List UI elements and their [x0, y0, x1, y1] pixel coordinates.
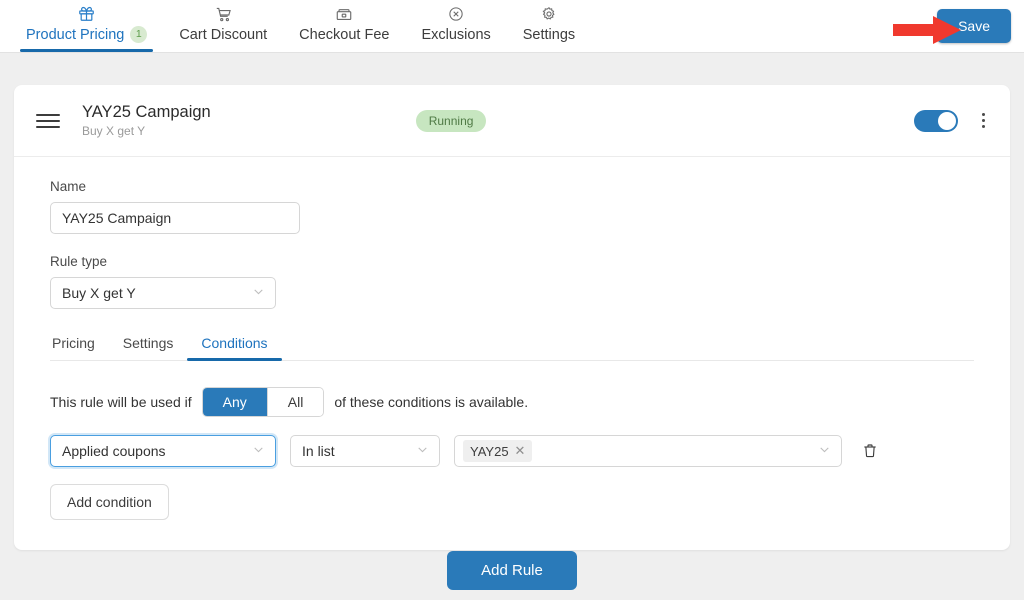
rule-enabled-toggle[interactable]: [914, 109, 958, 132]
tab-label-product-pricing: Product Pricing: [26, 26, 125, 43]
subtab-active-underline: [187, 358, 282, 361]
subtab-underline: [109, 358, 188, 361]
add-condition-button[interactable]: Add condition: [50, 484, 169, 520]
rule-card-body: Name Rule type Buy X get Y Pricing Setti…: [14, 157, 1010, 550]
tab-product-pricing[interactable]: Product Pricing 1: [10, 0, 163, 52]
name-label: Name: [50, 179, 87, 194]
chevron-down-icon: [252, 285, 265, 301]
condition-field-value: Applied coupons: [62, 443, 166, 459]
condition-value-chip-label: YAY25: [470, 443, 509, 459]
subtab-label-pricing: Pricing: [52, 335, 95, 351]
save-button-container: Save: [937, 9, 1011, 43]
gear-icon: [541, 3, 557, 25]
rule-title-block: YAY25 Campaign Buy X get Y: [82, 103, 211, 138]
tab-label-exclusions: Exclusions: [421, 27, 491, 43]
rule-title: YAY25 Campaign: [82, 103, 211, 121]
add-rule-container: Add Rule: [0, 551, 1024, 590]
condition-value-chip[interactable]: YAY25 ✕: [463, 440, 533, 462]
rule-header-actions: [914, 109, 992, 132]
condition-value-multiselect[interactable]: YAY25 ✕: [454, 435, 842, 467]
drag-handle-icon[interactable]: [36, 113, 60, 128]
tab-underline: [517, 49, 581, 52]
subtab-settings[interactable]: Settings: [109, 329, 188, 360]
tab-badge-count: 1: [130, 26, 148, 43]
tab-underline: [173, 49, 273, 52]
gift-icon: [78, 3, 95, 24]
tab-cart-discount[interactable]: Cart Discount: [163, 0, 283, 52]
save-button[interactable]: Save: [937, 9, 1011, 43]
condition-sentence-prefix: This rule will be used if: [50, 394, 192, 410]
toggle-knob: [938, 111, 956, 130]
subtab-label-settings: Settings: [122, 335, 174, 351]
rule-card: YAY25 Campaign Buy X get Y Running Name …: [14, 85, 1010, 550]
condition-field-select[interactable]: Applied coupons: [50, 435, 276, 467]
subtab-label-conditions: Conditions: [201, 335, 268, 351]
status-badge: Running: [415, 109, 487, 132]
rule-subtitle: Buy X get Y: [82, 124, 146, 138]
shopping-cart-icon: [215, 3, 232, 25]
tab-underline: [415, 49, 496, 52]
add-rule-button[interactable]: Add Rule: [447, 551, 577, 590]
more-options-icon[interactable]: [974, 110, 992, 132]
rule-type-value: Buy X get Y: [62, 285, 136, 301]
match-all-button[interactable]: All: [266, 388, 324, 416]
circle-x-icon: [448, 3, 464, 25]
match-any-button[interactable]: Any: [202, 388, 267, 416]
condition-match-sentence: This rule will be used if Any All of the…: [50, 387, 974, 417]
rule-type-select[interactable]: Buy X get Y: [50, 277, 276, 309]
top-navigation-bar: Product Pricing 1 Cart Discount Checkout…: [0, 0, 1024, 53]
tab-settings[interactable]: Settings: [507, 0, 591, 52]
tab-label-checkout-fee: Checkout Fee: [299, 27, 390, 43]
tab-label-cart-discount: Cart Discount: [179, 27, 268, 43]
tab-underline: [293, 49, 395, 52]
condition-operator-select[interactable]: In list: [290, 435, 440, 467]
tab-label-settings: Settings: [522, 27, 576, 43]
delete-condition-icon[interactable]: [862, 442, 878, 460]
tab-checkout-fee[interactable]: Checkout Fee: [283, 0, 405, 52]
chevron-down-icon: [252, 443, 265, 459]
condition-sentence-suffix: of these conditions is available.: [334, 394, 529, 410]
chevron-down-icon: [416, 443, 429, 459]
rule-type-label: Rule type: [50, 254, 108, 269]
subtab-pricing[interactable]: Pricing: [50, 329, 109, 360]
subtab-underline: [52, 358, 109, 361]
package-box-icon: [335, 3, 353, 25]
tab-exclusions[interactable]: Exclusions: [405, 0, 506, 52]
name-field-group: Name: [50, 179, 974, 234]
name-input[interactable]: [50, 202, 300, 234]
match-type-toggle-group: Any All: [201, 387, 325, 417]
top-tabs: Product Pricing 1 Cart Discount Checkout…: [10, 0, 591, 52]
condition-row: Applied coupons In list YAY25 ✕: [50, 435, 974, 467]
rule-subtabs: Pricing Settings Conditions: [50, 329, 974, 361]
condition-operator-value: In list: [302, 443, 335, 459]
rule-card-header: YAY25 Campaign Buy X get Y Running: [14, 85, 1010, 157]
subtab-conditions[interactable]: Conditions: [187, 329, 282, 361]
chevron-down-icon: [818, 443, 831, 459]
tab-active-underline: [20, 49, 154, 52]
rule-type-field-group: Rule type Buy X get Y: [50, 254, 974, 309]
chip-remove-icon[interactable]: ✕: [515, 443, 526, 459]
